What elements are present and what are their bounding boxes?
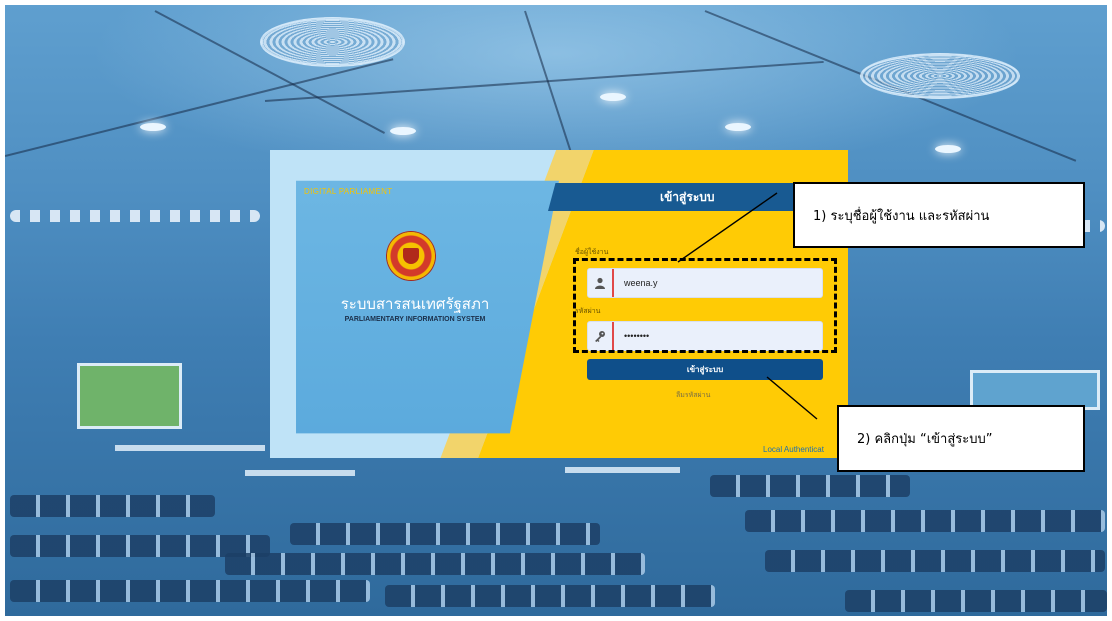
desk <box>115 445 265 451</box>
ceiling-light <box>935 145 961 153</box>
callout-step-2-text: 2) คลิกปุ่ม “เข้าสู่ระบบ” <box>857 432 993 447</box>
system-name-thai: ระบบสารสนเทศรัฐสภา <box>340 295 490 313</box>
seat-row <box>845 590 1107 612</box>
desk <box>565 467 680 473</box>
callout-step-1-text: 1) ระบุชื่อผู้ใช้งาน และรหัสผ่าน <box>813 208 990 224</box>
seat-row <box>225 553 645 575</box>
seat-row <box>385 585 715 607</box>
forgot-password-link[interactable]: ลืมรหัสผ่าน <box>676 390 710 401</box>
seat-row <box>290 523 600 545</box>
ceiling-vent <box>860 53 1020 99</box>
desk <box>245 470 355 476</box>
callout-step-1: 1) ระบุชื่อผู้ใช้งาน และรหัสผ่าน <box>793 182 1085 248</box>
auth-mode-label: Local Authenticat <box>763 445 824 454</box>
seat-row <box>710 475 910 497</box>
brand-label: DIGITAL PARLIAMENT <box>304 187 393 196</box>
seat-row <box>745 510 1105 532</box>
gallery-seats <box>10 210 260 222</box>
system-name-english: PARLIAMENTARY INFORMATION SYSTEM <box>344 316 486 323</box>
ceiling-vent <box>260 17 405 67</box>
callout-step-2: 2) คลิกปุ่ม “เข้าสู่ระบบ” <box>837 405 1085 472</box>
display-screen <box>970 370 1100 410</box>
ceiling-light <box>140 123 166 131</box>
seat-row <box>765 550 1105 572</box>
highlight-credentials-box <box>573 258 837 353</box>
login-button[interactable]: เข้าสู่ระบบ <box>587 359 823 380</box>
login-header-title: เข้าสู่ระบบ <box>660 189 715 204</box>
username-label: ชื่อผู้ใช้งาน <box>575 248 609 256</box>
seat-row <box>10 580 370 602</box>
parliament-emblem-icon <box>387 232 435 280</box>
seat-row <box>10 495 215 517</box>
display-screen <box>77 363 182 429</box>
ceiling-light <box>600 93 626 101</box>
ceiling-light <box>725 123 751 131</box>
ceiling-light <box>390 127 416 135</box>
emblem-center <box>403 248 419 264</box>
